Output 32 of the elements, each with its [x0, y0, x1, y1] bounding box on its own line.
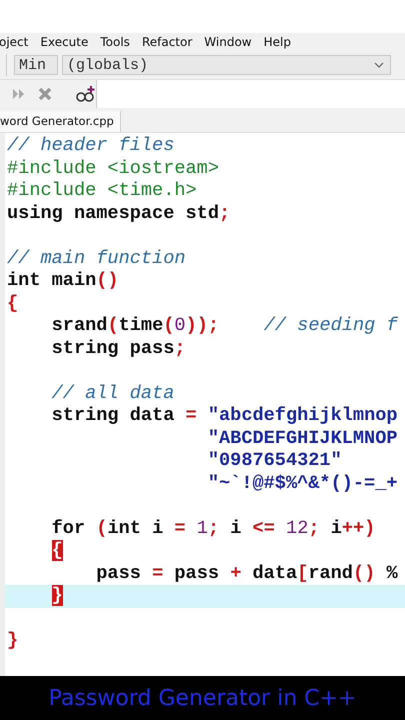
code-line: int main() [6, 270, 120, 292]
menu-item[interactable]: Window [204, 35, 252, 49]
code-line: for (int i = 1; i <= 12; i++) [50, 518, 376, 540]
close-icon[interactable] [38, 87, 52, 101]
menu-item[interactable]: Refactor [142, 35, 192, 49]
code-line: "ABCDEFGHIJKLMNOP [206, 428, 399, 450]
code-line: // main function [6, 248, 187, 270]
code-line: "0987654321" [206, 450, 343, 472]
menu-item[interactable]: Help [264, 35, 291, 49]
menu-item[interactable]: oject [0, 35, 28, 49]
code-line: string pass; [50, 338, 187, 360]
fast-forward-icon[interactable] [12, 88, 26, 100]
menu-item[interactable]: Execute [40, 35, 88, 49]
code-line: "~`!@#$%^&*()-=_+ [206, 472, 399, 495]
code-line: } [6, 630, 20, 652]
code-line: #include <iostream> [6, 158, 220, 180]
glasses-plus-icon[interactable] [76, 85, 96, 103]
file-tab[interactable]: word Generator.cpp [0, 111, 121, 132]
code-line: // all data [50, 382, 176, 405]
chevron-icon [374, 62, 384, 68]
dropdown-value: (globals) [67, 56, 148, 74]
scope-dropdown[interactable]: Min [14, 55, 58, 75]
code-line: srand(time(0)); // seeding f [50, 315, 399, 338]
symbol-dropdown[interactable]: (globals) [62, 55, 391, 75]
code-line: string data = "abcdefghijklmnop [50, 405, 399, 428]
code-line: using namespace std; [6, 202, 232, 225]
code-line: { [6, 292, 20, 315]
code-line: // header files [6, 135, 176, 158]
video-caption: Password Generator in C++ [48, 686, 356, 710]
menu-item[interactable]: Tools [100, 35, 130, 49]
code-line: pass = pass + data[rand() % [95, 562, 399, 585]
code-line: #include <time.h> [6, 180, 198, 202]
